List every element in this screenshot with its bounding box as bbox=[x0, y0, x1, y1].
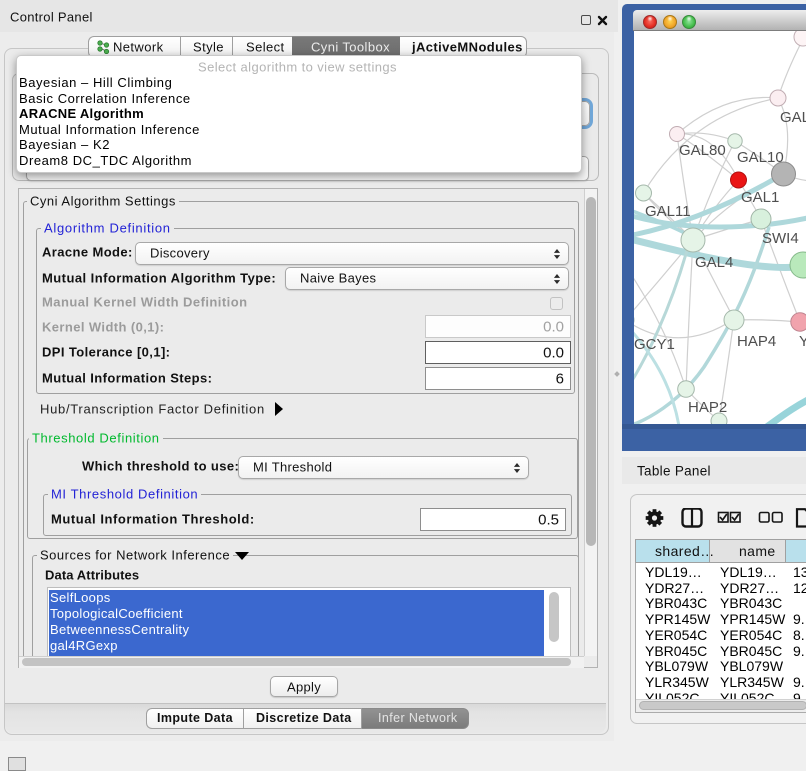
svg-text:GAL7: GAL7 bbox=[780, 109, 806, 126]
svg-text:GAL80: GAL80 bbox=[679, 142, 726, 159]
svg-text:HAP4: HAP4 bbox=[737, 333, 776, 350]
svg-text:GCY1: GCY1 bbox=[634, 336, 675, 353]
svg-text:YHR: YHR bbox=[799, 333, 806, 350]
svg-text:GAL10: GAL10 bbox=[737, 149, 784, 166]
svg-text:GAL1: GAL1 bbox=[741, 189, 779, 206]
svg-text:GAL11: GAL11 bbox=[645, 203, 691, 220]
svg-text:GAL4: GAL4 bbox=[695, 254, 733, 271]
svg-text:SWI4: SWI4 bbox=[762, 230, 799, 247]
svg-text:HAP2: HAP2 bbox=[688, 399, 727, 416]
